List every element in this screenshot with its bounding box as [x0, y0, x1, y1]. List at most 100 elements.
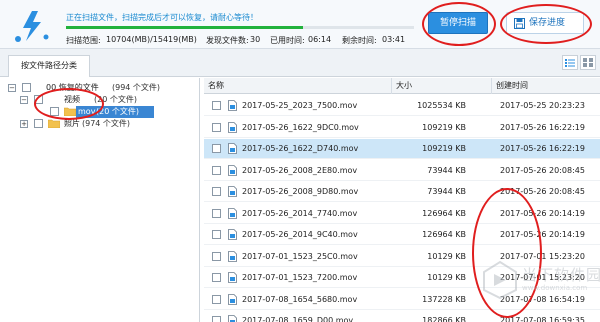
- video-file-icon: [228, 186, 237, 197]
- row-checkbox[interactable]: [212, 316, 221, 322]
- tab-by-file-path[interactable]: 按文件路径分类: [8, 55, 90, 77]
- row-checkbox[interactable]: [212, 187, 221, 196]
- file-name: 2017-05-26_1622_D740.mov: [242, 144, 359, 153]
- remaining-time-label: 剩余时间:: [342, 36, 377, 45]
- video-file-icon: [228, 229, 237, 240]
- row-checkbox[interactable]: [212, 144, 221, 153]
- table-row[interactable]: 2017-05-26_2014_9C40.mov 126964 KB 2017-05…: [204, 225, 600, 245]
- table-row[interactable]: 2017-05-26_1622_D740.mov 109219 KB 2017-05…: [204, 139, 600, 159]
- tree-node-photo[interactable]: + 照片 (974 个文件): [20, 118, 190, 130]
- file-created-time: 2017-07-08 16:59:35: [500, 316, 585, 322]
- file-name: 2017-07-01_1523_25C0.mov: [242, 251, 358, 261]
- collapse-icon[interactable]: −: [8, 84, 16, 92]
- file-name: 2017-05-26_2014_7740.mov: [242, 208, 358, 218]
- row-checkbox[interactable]: [212, 230, 221, 239]
- tree-photo-checkbox[interactable]: [34, 119, 43, 128]
- elapsed-time-label: 已用时间:: [270, 36, 305, 45]
- video-file-icon: [228, 100, 237, 111]
- video-file-icon: [228, 272, 237, 283]
- scan-header: 正在扫描文件，扫描完成后才可以恢复，请耐心等待！ 扫描范围: 10704(MB)…: [0, 0, 600, 49]
- tree-video-count: (20 个文件): [94, 95, 137, 104]
- file-size: 126964 KB: [422, 208, 466, 218]
- row-checkbox[interactable]: [212, 165, 221, 175]
- tree-video-checkbox[interactable]: [34, 95, 43, 104]
- scan-status-message: 正在扫描文件，扫描完成后才可以恢复，请耐心等待！: [66, 13, 258, 22]
- video-file-icon: [228, 121, 237, 133]
- video-file-icon: [228, 315, 237, 322]
- folder-icon: [64, 107, 76, 116]
- row-checkbox[interactable]: [212, 101, 221, 110]
- column-header-created[interactable]: 创建时间: [492, 78, 600, 94]
- tree-photo-count: (974 个文件): [82, 119, 131, 128]
- file-size: 1025534 KB: [417, 101, 466, 110]
- found-files-value: 30: [250, 35, 261, 44]
- scan-progress-bar: [66, 26, 414, 29]
- table-row[interactable]: 2017-05-26_2008_9D80.mov 73944 KB 2017-05-…: [204, 182, 600, 202]
- collapse-icon[interactable]: −: [20, 96, 28, 104]
- scan-progress-fill: [66, 26, 303, 29]
- watermark-url: www.downxia.com: [522, 284, 588, 292]
- row-checkbox[interactable]: [212, 273, 221, 282]
- watermark-logo-icon: [483, 260, 517, 300]
- table-header: 名称 大小 创建时间: [204, 78, 600, 94]
- list-view-button[interactable]: [562, 55, 578, 70]
- file-name: 2017-05-26_2008_2E80.mov: [242, 165, 358, 175]
- file-name: 2017-05-26_2014_9C40.mov: [242, 230, 358, 239]
- tree-mov-count: (20 个文件): [96, 107, 139, 116]
- tree-node-root[interactable]: − 00 恢复的文件 (994 个文件): [8, 82, 198, 94]
- grid-view-button[interactable]: [580, 55, 596, 70]
- table-row[interactable]: 2017-05-26_2008_2E80.mov 73944 KB 2017-05-…: [204, 161, 600, 181]
- tree-root-checkbox[interactable]: [22, 83, 31, 92]
- table-row[interactable]: 2017-05-26_2014_7740.mov 126964 KB 2017-05…: [204, 204, 600, 224]
- file-size: 10129 KB: [427, 273, 466, 282]
- file-created-time: 2017-05-25 20:23:23: [500, 101, 585, 110]
- file-created-time: 2017-05-26 16:22:19: [500, 122, 585, 132]
- column-header-name[interactable]: 名称: [204, 78, 392, 94]
- app-logo-icon: [15, 11, 49, 42]
- file-size: 109219 KB: [422, 122, 466, 132]
- table-row[interactable]: 2017-05-26_1622_9DC0.mov 109219 KB 2017-05…: [204, 118, 600, 138]
- tree-mov-label: mov: [78, 107, 96, 116]
- list-view-icon: [565, 59, 575, 67]
- watermark-text: 当下软件园: [522, 266, 600, 284]
- table-row[interactable]: 2017-07-08_1659_D00.mov 182866 KB 2017-07-…: [204, 311, 600, 322]
- folder-tree: − 00 恢复的文件 (994 个文件) − 视频 (20 个文件) mov (…: [0, 78, 200, 322]
- scan-range-label: 扫描范围:: [66, 36, 101, 45]
- tree-node-video[interactable]: − 视频 (20 个文件): [20, 94, 190, 106]
- save-progress-button[interactable]: 保存进度: [506, 12, 584, 34]
- video-file-icon: [228, 143, 237, 154]
- file-name: 2017-07-08_1659_D00.mov: [242, 316, 354, 322]
- file-size: 73944 KB: [427, 187, 466, 196]
- table-row[interactable]: 2017-05-25_2023_7500.mov 1025534 KB 2017-0…: [204, 96, 600, 116]
- video-file-icon: [228, 293, 237, 305]
- file-created-time: 2017-05-26 20:14:19: [500, 208, 585, 218]
- tree-node-mov[interactable]: mov (20 个文件): [40, 106, 160, 118]
- tree-root-label: 00 恢复的文件: [46, 83, 99, 92]
- elapsed-time-value: 06:14: [308, 35, 332, 44]
- expand-icon[interactable]: +: [20, 120, 28, 128]
- row-checkbox[interactable]: [212, 294, 221, 304]
- file-name: 2017-05-26_1622_9DC0.mov: [242, 122, 359, 132]
- file-created-time: 2017-05-26 16:22:19: [500, 144, 585, 153]
- site-watermark: 当下软件园 www.downxia.com: [480, 252, 600, 308]
- column-header-size[interactable]: 大小: [392, 78, 492, 94]
- scan-range-value: 10704(MB)/15419(MB): [106, 35, 197, 44]
- row-checkbox[interactable]: [212, 251, 221, 261]
- tree-mov-checkbox[interactable]: [50, 107, 59, 116]
- tree-photo-label: 照片: [64, 119, 80, 128]
- video-file-icon: [228, 207, 237, 219]
- row-checkbox[interactable]: [212, 208, 221, 218]
- video-file-icon: [228, 164, 237, 176]
- file-size: 109219 KB: [422, 144, 466, 153]
- category-tab-bar: 按文件路径分类: [0, 49, 600, 77]
- row-checkbox[interactable]: [212, 122, 221, 132]
- file-name: 2017-07-08_1654_5680.mov: [242, 294, 358, 304]
- pause-scan-button[interactable]: 暂停扫描: [428, 12, 488, 34]
- video-file-icon: [228, 250, 237, 262]
- tree-root-count: (994 个文件): [112, 83, 161, 92]
- file-created-time: 2017-05-26 20:08:45: [500, 187, 585, 196]
- remaining-time-value: 03:41: [382, 35, 406, 44]
- file-name: 2017-05-25_2023_7500.mov: [242, 101, 358, 110]
- found-files-label: 发现文件数:: [206, 36, 249, 45]
- save-icon: [514, 18, 525, 29]
